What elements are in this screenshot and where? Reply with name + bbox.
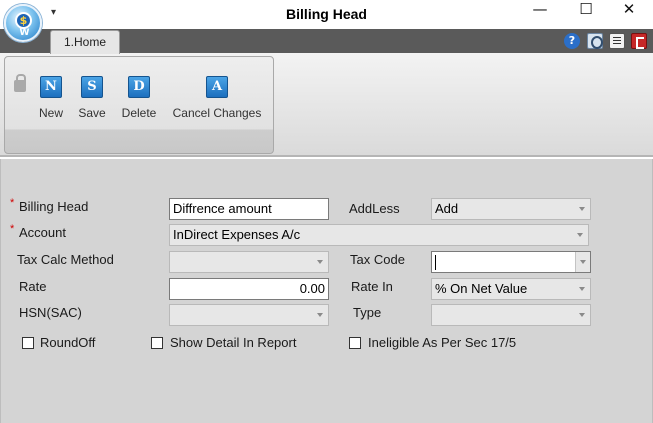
rate-input[interactable]: 0.00 — [169, 278, 329, 300]
support-icon[interactable] — [587, 33, 603, 49]
delete-button[interactable]: D Delete — [120, 76, 158, 120]
help-icon[interactable]: ? — [564, 33, 580, 49]
new-button-label: New — [38, 106, 63, 120]
ineligible-label: Ineligible As Per Sec 17/5 — [368, 335, 517, 350]
chevron-down-icon — [313, 252, 328, 272]
roundoff-label: RoundOff — [40, 335, 96, 350]
maximize-button[interactable]: ☐ — [563, 0, 609, 29]
delete-button-label: Delete — [121, 106, 157, 120]
roundoff-checkbox[interactable] — [22, 337, 34, 349]
save-icon: S — [81, 76, 103, 98]
chevron-down-icon — [575, 305, 590, 325]
cancel-changes-button[interactable]: A Cancel Changes — [170, 76, 264, 120]
chevron-down-icon — [575, 252, 590, 272]
close-button[interactable]: ✕ — [606, 0, 652, 29]
show-detail-label: Show Detail In Report — [170, 335, 297, 350]
billing-head-input[interactable]: Diffrence amount — [169, 198, 329, 220]
wing-logo-icon: W — [19, 28, 30, 38]
tax-code-select[interactable] — [431, 251, 591, 273]
chevron-down-icon — [573, 225, 588, 245]
tax-code-label: Tax Code — [350, 252, 405, 267]
hsn-sac-select[interactable] — [169, 304, 329, 326]
document-icon[interactable] — [609, 33, 625, 49]
new-button[interactable]: N New — [36, 76, 66, 120]
cancel-changes-icon: A — [206, 76, 228, 98]
hsn-sac-label: HSN(SAC) — [19, 305, 82, 320]
dollar-logo-icon: $ — [15, 12, 32, 29]
ineligible-checkbox[interactable] — [349, 337, 361, 349]
new-icon: N — [40, 76, 62, 98]
required-marker: * — [10, 197, 15, 209]
tab-home[interactable]: 1.Home — [50, 30, 120, 54]
rate-in-label: Rate In — [351, 279, 393, 294]
addless-value: Add — [435, 201, 459, 216]
addless-label: AddLess — [349, 201, 400, 216]
account-label: Account — [19, 225, 66, 240]
addless-select[interactable]: Add — [431, 198, 591, 220]
minimize-button[interactable]: — — [517, 0, 563, 29]
rate-in-select[interactable]: % On Net Value — [431, 278, 591, 300]
chevron-down-icon — [575, 279, 590, 299]
show-detail-checkbox[interactable] — [151, 337, 163, 349]
text-cursor — [435, 255, 436, 271]
type-select[interactable] — [431, 304, 591, 326]
lock-icon — [14, 74, 26, 92]
save-button[interactable]: S Save — [77, 76, 107, 120]
required-marker: * — [10, 223, 15, 235]
save-button-label: Save — [78, 106, 106, 120]
tax-calc-method-select[interactable] — [169, 251, 329, 273]
account-value: InDirect Expenses A/c — [173, 227, 301, 242]
exit-icon[interactable] — [631, 33, 647, 49]
type-label: Type — [353, 305, 382, 320]
rate-in-value: % On Net Value — [435, 281, 528, 296]
chevron-down-icon — [313, 305, 328, 325]
title-bar: ▾ Billing Head — ☐ ✕ — [0, 0, 653, 29]
account-select[interactable]: InDirect Expenses A/c — [169, 224, 589, 246]
chevron-down-icon — [575, 199, 590, 219]
app-menu-button[interactable]: $ W — [4, 4, 42, 42]
cancel-changes-button-label: Cancel Changes — [172, 106, 262, 120]
billing-head-label: Billing Head — [19, 199, 89, 214]
rate-label: Rate — [19, 279, 47, 294]
tax-calc-method-label: Tax Calc Method — [17, 252, 114, 267]
delete-icon: D — [128, 76, 150, 98]
